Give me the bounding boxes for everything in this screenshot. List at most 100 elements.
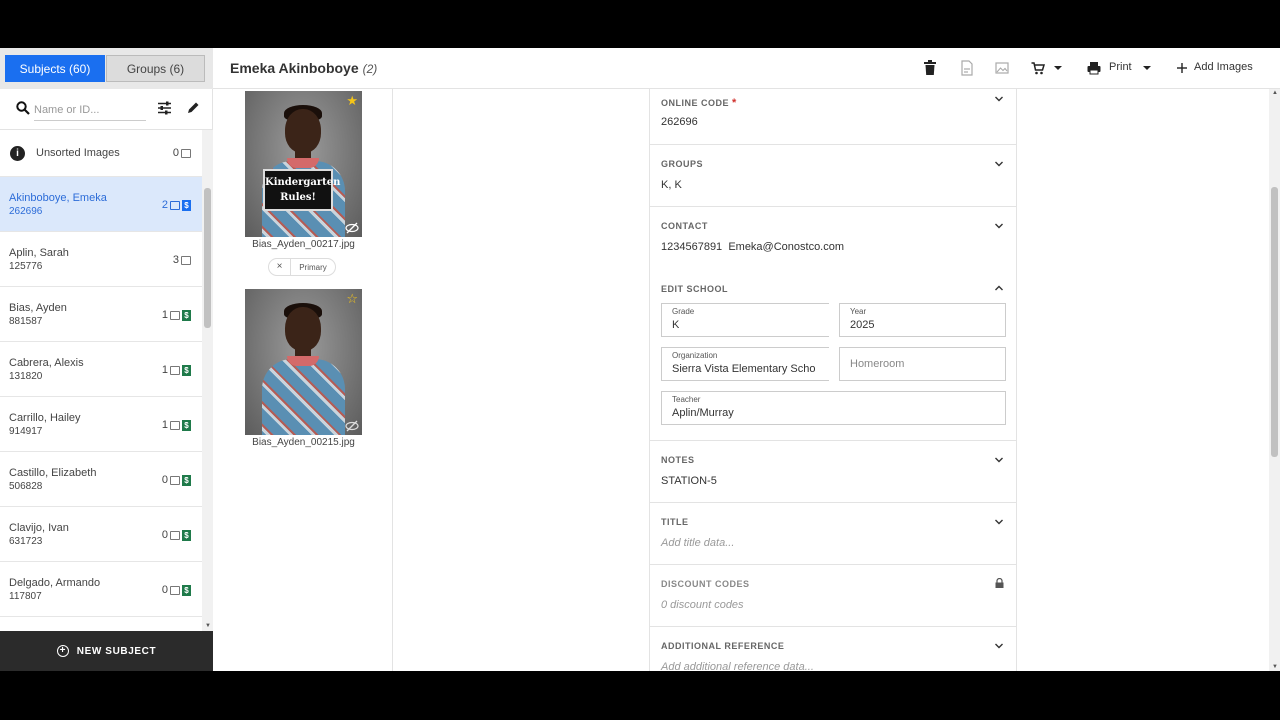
subject-photo[interactable]: ☆	[245, 289, 362, 435]
sidebar-scrollbar[interactable]: ▼	[202, 130, 213, 631]
section-title: CONTACT	[661, 221, 708, 231]
main-scrollbar[interactable]: ▲ ▼	[1269, 89, 1280, 671]
print-button[interactable]: Print	[1109, 61, 1132, 73]
section-title: TITLE	[661, 517, 689, 527]
discount-codes-section: DISCOUNT CODES 0 discount codes	[650, 565, 1016, 627]
image-preview-area	[394, 89, 649, 671]
field-value: 2025	[850, 319, 875, 331]
list-item[interactable]: Bias, Ayden 881587 1 $	[0, 287, 202, 342]
chevron-down-icon[interactable]	[994, 159, 1004, 169]
groups-value: K, K	[661, 179, 682, 191]
image-count-label: (2)	[362, 62, 378, 76]
homeroom-field[interactable]: Homeroom	[839, 347, 1006, 381]
section-title: GROUPS	[661, 159, 704, 169]
list-item[interactable]: Castillo, Elizabeth 506828 0 $	[0, 452, 202, 507]
chevron-down-icon[interactable]	[1054, 60, 1062, 76]
groups-section[interactable]: GROUPS K, K	[650, 145, 1016, 207]
section-title: ONLINE CODE *	[661, 97, 737, 109]
online-code-section[interactable]: ONLINE CODE * 262696	[650, 89, 1016, 145]
section-title: ADDITIONAL REFERENCE	[661, 641, 785, 651]
image-icon	[170, 310, 180, 320]
subject-name: Aplin, Sarah	[9, 247, 69, 259]
field-label: Organization	[672, 351, 718, 360]
organization-field[interactable]: Organization Sierra Vista Elementary Sch…	[661, 347, 829, 381]
add-images-button[interactable]: Add Images	[1194, 61, 1253, 73]
notes-section[interactable]: NOTES STATION-5	[650, 441, 1016, 503]
main-scroll-thumb[interactable]	[1271, 187, 1278, 457]
discount-codes-value: 0 discount codes	[661, 599, 744, 611]
primary-tag: × Primary	[268, 258, 336, 276]
trash-icon[interactable]	[924, 60, 936, 76]
list-item[interactable]: Cabrera, Alexis 131820 1 $	[0, 342, 202, 397]
teacher-field[interactable]: Teacher Aplin/Murray	[661, 391, 1006, 425]
list-item-unsorted-images[interactable]: i Unsorted Images 0	[0, 130, 202, 177]
field-label: Grade	[672, 307, 695, 316]
chevron-down-icon[interactable]	[994, 94, 1004, 104]
grade-field[interactable]: Grade K	[661, 303, 829, 337]
chevron-up-icon[interactable]	[994, 283, 1004, 293]
tab-groups[interactable]: Groups (6)	[106, 55, 205, 82]
list-item[interactable]: Delgado, Armando 117807 0 $	[0, 562, 202, 617]
image-archive-icon[interactable]	[995, 60, 1009, 76]
required-asterisk: *	[732, 97, 737, 109]
subject-name: Cabrera, Alexis	[9, 357, 84, 369]
list-item[interactable]: Akinboboye, Emeka 262696 2 $	[0, 177, 202, 232]
photo-face	[285, 307, 321, 351]
star-filled-icon[interactable]: ★	[346, 93, 358, 109]
search-input[interactable]	[34, 99, 146, 121]
image-count: 0 $	[162, 584, 191, 596]
list-item[interactable]: Carrillo, Hailey 914917 1 $	[0, 397, 202, 452]
photo-sign: Kindergarten Rules!	[263, 169, 340, 211]
dollar-badge-icon: $	[182, 584, 191, 596]
eye-off-icon[interactable]	[345, 420, 359, 432]
chevron-down-icon[interactable]	[994, 641, 1004, 651]
new-subject-button[interactable]: + NEW SUBJECT	[0, 631, 213, 671]
sidebar-scroll-thumb[interactable]	[204, 188, 211, 328]
photo-shirt	[262, 359, 345, 435]
star-outline-icon[interactable]: ☆	[346, 291, 358, 307]
chevron-down-icon[interactable]	[994, 221, 1004, 231]
year-field[interactable]: Year 2025	[839, 303, 1006, 337]
sidebar: Subjects (60) Groups (6) i Unsorted Imag…	[0, 48, 213, 671]
subject-name: Akinboboye, Emeka	[9, 192, 107, 204]
image-icon	[170, 420, 180, 430]
additional-reference-section[interactable]: ADDITIONAL REFERENCE Add additional refe…	[650, 627, 1016, 671]
edit-pencil-icon[interactable]	[186, 101, 200, 115]
subject-id: 131820	[9, 371, 43, 382]
image-count-value: 2	[161, 199, 168, 211]
scroll-down-arrow-icon[interactable]: ▼	[1272, 664, 1278, 670]
chevron-down-icon[interactable]	[994, 455, 1004, 465]
cart-icon[interactable]	[1031, 60, 1045, 76]
contact-email: Emeka@Conostco.com	[728, 241, 845, 253]
field-label: Year	[850, 307, 867, 316]
tab-subjects[interactable]: Subjects (60)	[5, 55, 105, 82]
image-count-value: 1	[161, 419, 168, 431]
eye-off-icon[interactable]	[345, 222, 359, 234]
subject-name: Delgado, Armando	[9, 577, 101, 589]
plus-circle-icon: +	[56, 645, 69, 657]
subject-photo[interactable]: Kindergarten Rules! ★	[245, 91, 362, 237]
image-icon	[170, 530, 180, 540]
sign-text-line2: Rules!	[280, 192, 316, 203]
image-count-value: 1	[161, 309, 168, 321]
scroll-down-arrow-icon[interactable]: ▼	[205, 623, 211, 629]
photo-filename: Bias_Ayden_00215.jpg	[252, 437, 355, 448]
scroll-up-arrow-icon[interactable]: ▲	[1272, 90, 1278, 96]
title-section[interactable]: TITLE Add title data...	[650, 503, 1016, 565]
section-title-text: ONLINE CODE	[661, 98, 730, 108]
remove-primary-button[interactable]: ×	[269, 259, 291, 275]
document-export-icon[interactable]	[961, 60, 973, 76]
printer-icon[interactable]	[1087, 60, 1101, 76]
print-dropdown-chevron-icon[interactable]	[1143, 60, 1151, 76]
image-gallery: Kindergarten Rules! ★ Bias_Ayden_00217.jp…	[213, 89, 393, 671]
filter-sliders-icon[interactable]	[157, 101, 172, 115]
image-count-value: 0	[161, 584, 168, 596]
dollar-badge-icon: $	[182, 199, 191, 211]
plus-icon[interactable]	[1176, 60, 1188, 76]
dollar-badge-icon: $	[182, 364, 191, 376]
image-icon	[181, 255, 191, 265]
chevron-down-icon[interactable]	[994, 517, 1004, 527]
list-item[interactable]: Aplin, Sarah 125776 3	[0, 232, 202, 287]
subject-id: 881587	[9, 316, 43, 327]
list-item[interactable]: Clavijo, Ivan 631723 0 $	[0, 507, 202, 562]
